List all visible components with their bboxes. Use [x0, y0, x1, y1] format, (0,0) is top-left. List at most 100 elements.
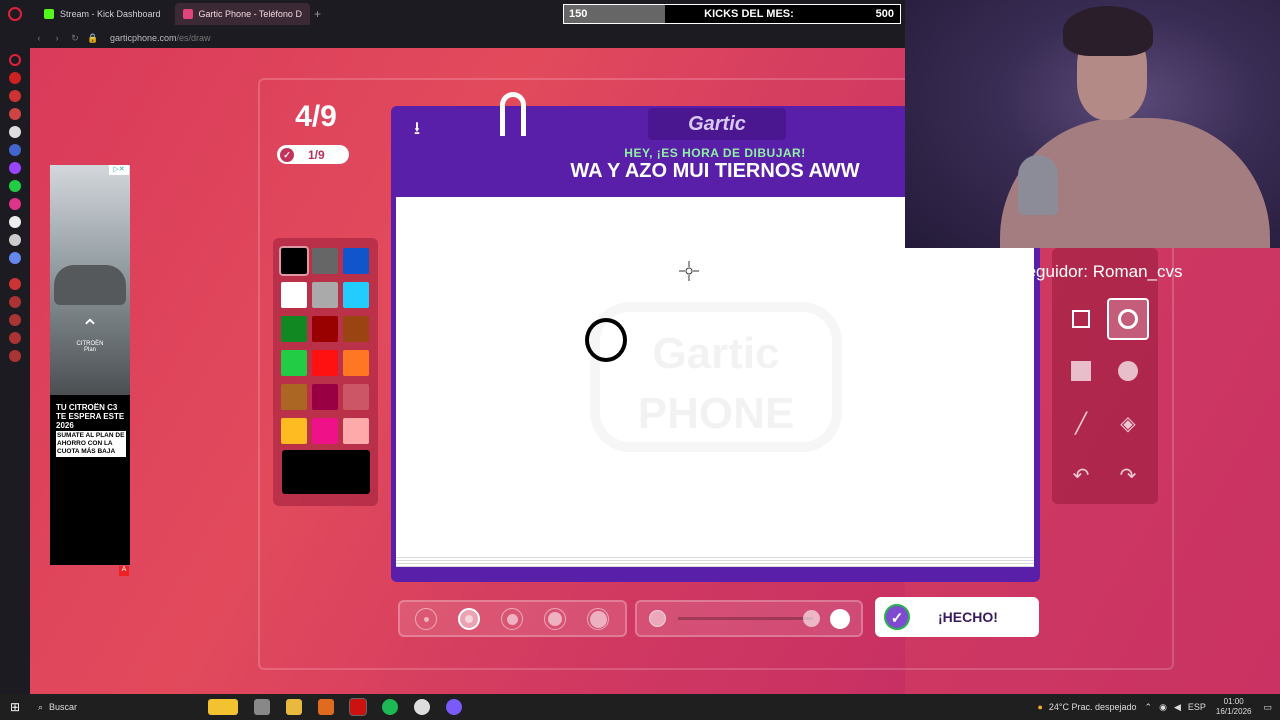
citroen-ad[interactable]: ⌃ CITROËN Plan TU CITROËN C3 TE ESPERA E… [50, 165, 130, 565]
color-swatch[interactable] [281, 248, 307, 274]
color-swatch[interactable] [343, 248, 369, 274]
color-swatch[interactable] [312, 248, 338, 274]
sidebar-instagram-icon[interactable] [9, 198, 21, 210]
line-icon: ╱ [1074, 412, 1088, 435]
line-tool[interactable]: ╱ [1060, 402, 1102, 444]
brush-size-option[interactable] [501, 608, 523, 630]
sidebar-twitch-icon[interactable] [9, 162, 21, 174]
gartic-icon [182, 9, 193, 19]
color-swatch[interactable] [343, 384, 369, 410]
done-button[interactable]: ✓ ¡HECHO! [875, 597, 1039, 637]
brush-size-option[interactable] [544, 608, 566, 630]
check-icon: ✓ [884, 604, 910, 630]
sidebar-history-icon[interactable] [9, 296, 21, 308]
discord-taskbar-icon[interactable] [446, 699, 462, 715]
ad-choices-icon[interactable]: ▷✕ [109, 165, 129, 175]
sidebar-chatgpt-icon[interactable] [9, 126, 21, 138]
color-swatch[interactable] [281, 384, 307, 410]
ellipse-outline-tool[interactable] [1107, 298, 1149, 340]
ad-brand-logo: ⌃ CITROËN Plan [50, 315, 130, 353]
tab-kick-dashboard[interactable]: Stream - Kick Dashboard [36, 3, 169, 25]
sidebar-mail-icon[interactable] [9, 108, 21, 120]
ellipse-outline-icon [1118, 309, 1138, 329]
crosshair-cursor-icon [679, 261, 699, 281]
bucket-icon: ◈ [1120, 412, 1136, 435]
volume-icon[interactable]: ◀ [1174, 702, 1181, 713]
brush-size-option[interactable] [458, 608, 480, 630]
sidebar-aria-icon[interactable] [9, 72, 21, 84]
tab-label: Gartic Phone - Teléfono D [198, 9, 302, 19]
undo-tool[interactable]: ↶ [1060, 454, 1102, 496]
color-swatch[interactable] [343, 418, 369, 444]
new-tab-button[interactable]: + [314, 7, 321, 21]
url-field[interactable]: garticphone.com/es/draw [110, 33, 211, 43]
fl-studio-icon[interactable] [318, 699, 334, 715]
opacity-handle[interactable] [803, 610, 820, 627]
forward-icon[interactable]: › [48, 33, 66, 43]
opacity-track [678, 617, 813, 620]
color-swatch[interactable] [312, 316, 338, 342]
color-swatch[interactable] [343, 282, 369, 308]
rectangle-outline-tool[interactable] [1060, 298, 1102, 340]
color-swatch[interactable] [281, 316, 307, 342]
brush-dot-icon [589, 610, 607, 628]
weather-icon: ● [1037, 702, 1043, 712]
brush-dot-icon [548, 612, 562, 626]
sidebar-news-icon[interactable] [9, 90, 21, 102]
file-explorer-icon[interactable] [286, 699, 302, 715]
opera-logo-icon[interactable] [0, 0, 30, 28]
brush-size-option[interactable] [415, 608, 437, 630]
lock-icon: 🔒 [87, 32, 99, 43]
sidebar-music-icon[interactable] [9, 278, 21, 290]
ad-car-image [54, 265, 126, 305]
taskbar-search[interactable]: ⌕ Buscar [30, 702, 200, 713]
sidebar-messenger-icon[interactable] [9, 144, 21, 156]
sidebar-downloads-icon[interactable] [9, 314, 21, 326]
brush-size-option[interactable] [587, 608, 609, 630]
language-indicator[interactable]: ESP [1188, 702, 1206, 712]
current-color-swatch [282, 450, 370, 494]
obs-icon[interactable] [414, 699, 430, 715]
windows-start-icon[interactable]: ⊞ [0, 700, 30, 714]
download-icon[interactable]: ⭳ [405, 116, 429, 146]
task-view-icon[interactable] [254, 699, 270, 715]
tab-gartic-phone[interactable]: Gartic Phone - Teléfono D [174, 3, 310, 25]
wifi-icon[interactable]: ◉ [1159, 702, 1167, 713]
back-icon[interactable]: ‹ [30, 33, 48, 43]
sidebar-tiktok-icon[interactable] [9, 216, 21, 228]
notifications-icon[interactable]: ▭ [1263, 702, 1272, 713]
weather-widget[interactable]: ● 24°C Prac. despejado [1037, 702, 1136, 712]
sidebar-x-icon[interactable] [9, 234, 21, 246]
rectangle-fill-tool[interactable] [1060, 350, 1102, 392]
taskbar-clock[interactable]: 01:00 16/1/2026 [1216, 697, 1252, 717]
color-swatch[interactable] [312, 418, 338, 444]
sidebar-whatsapp-icon[interactable] [9, 180, 21, 192]
color-swatch[interactable] [281, 418, 307, 444]
tray-chevron-icon[interactable]: ⌃ [1145, 702, 1153, 713]
reload-icon[interactable]: ↻ [66, 33, 84, 44]
gartic-logo: Gartic [648, 108, 786, 140]
sidebar-extensions-icon[interactable] [9, 332, 21, 344]
bucket-tool[interactable]: ◈ [1107, 402, 1149, 444]
brush-size-selector [398, 600, 627, 637]
color-swatch[interactable] [343, 316, 369, 342]
opera-taskbar-icon[interactable] [349, 698, 367, 716]
sidebar-opera-icon[interactable] [9, 54, 21, 66]
color-swatch[interactable] [312, 384, 338, 410]
ad-badge[interactable]: A [119, 566, 129, 576]
ad-brand-sub: Plan [83, 347, 96, 353]
weather-text: 24°C Prac. despejado [1048, 702, 1137, 712]
color-swatch[interactable] [312, 350, 338, 376]
sidebar-discord-icon[interactable] [9, 252, 21, 264]
notebook-ring-icon [500, 92, 526, 136]
opacity-high-icon [830, 609, 850, 629]
color-swatch[interactable] [312, 282, 338, 308]
color-swatch[interactable] [343, 350, 369, 376]
color-swatch[interactable] [281, 282, 307, 308]
color-swatch[interactable] [281, 350, 307, 376]
sidebar-settings-icon[interactable] [9, 350, 21, 362]
widgets-icon[interactable] [208, 699, 238, 715]
spotify-icon[interactable] [382, 699, 398, 715]
redo-tool[interactable]: ↷ [1107, 454, 1149, 496]
ellipse-fill-tool[interactable] [1107, 350, 1149, 392]
